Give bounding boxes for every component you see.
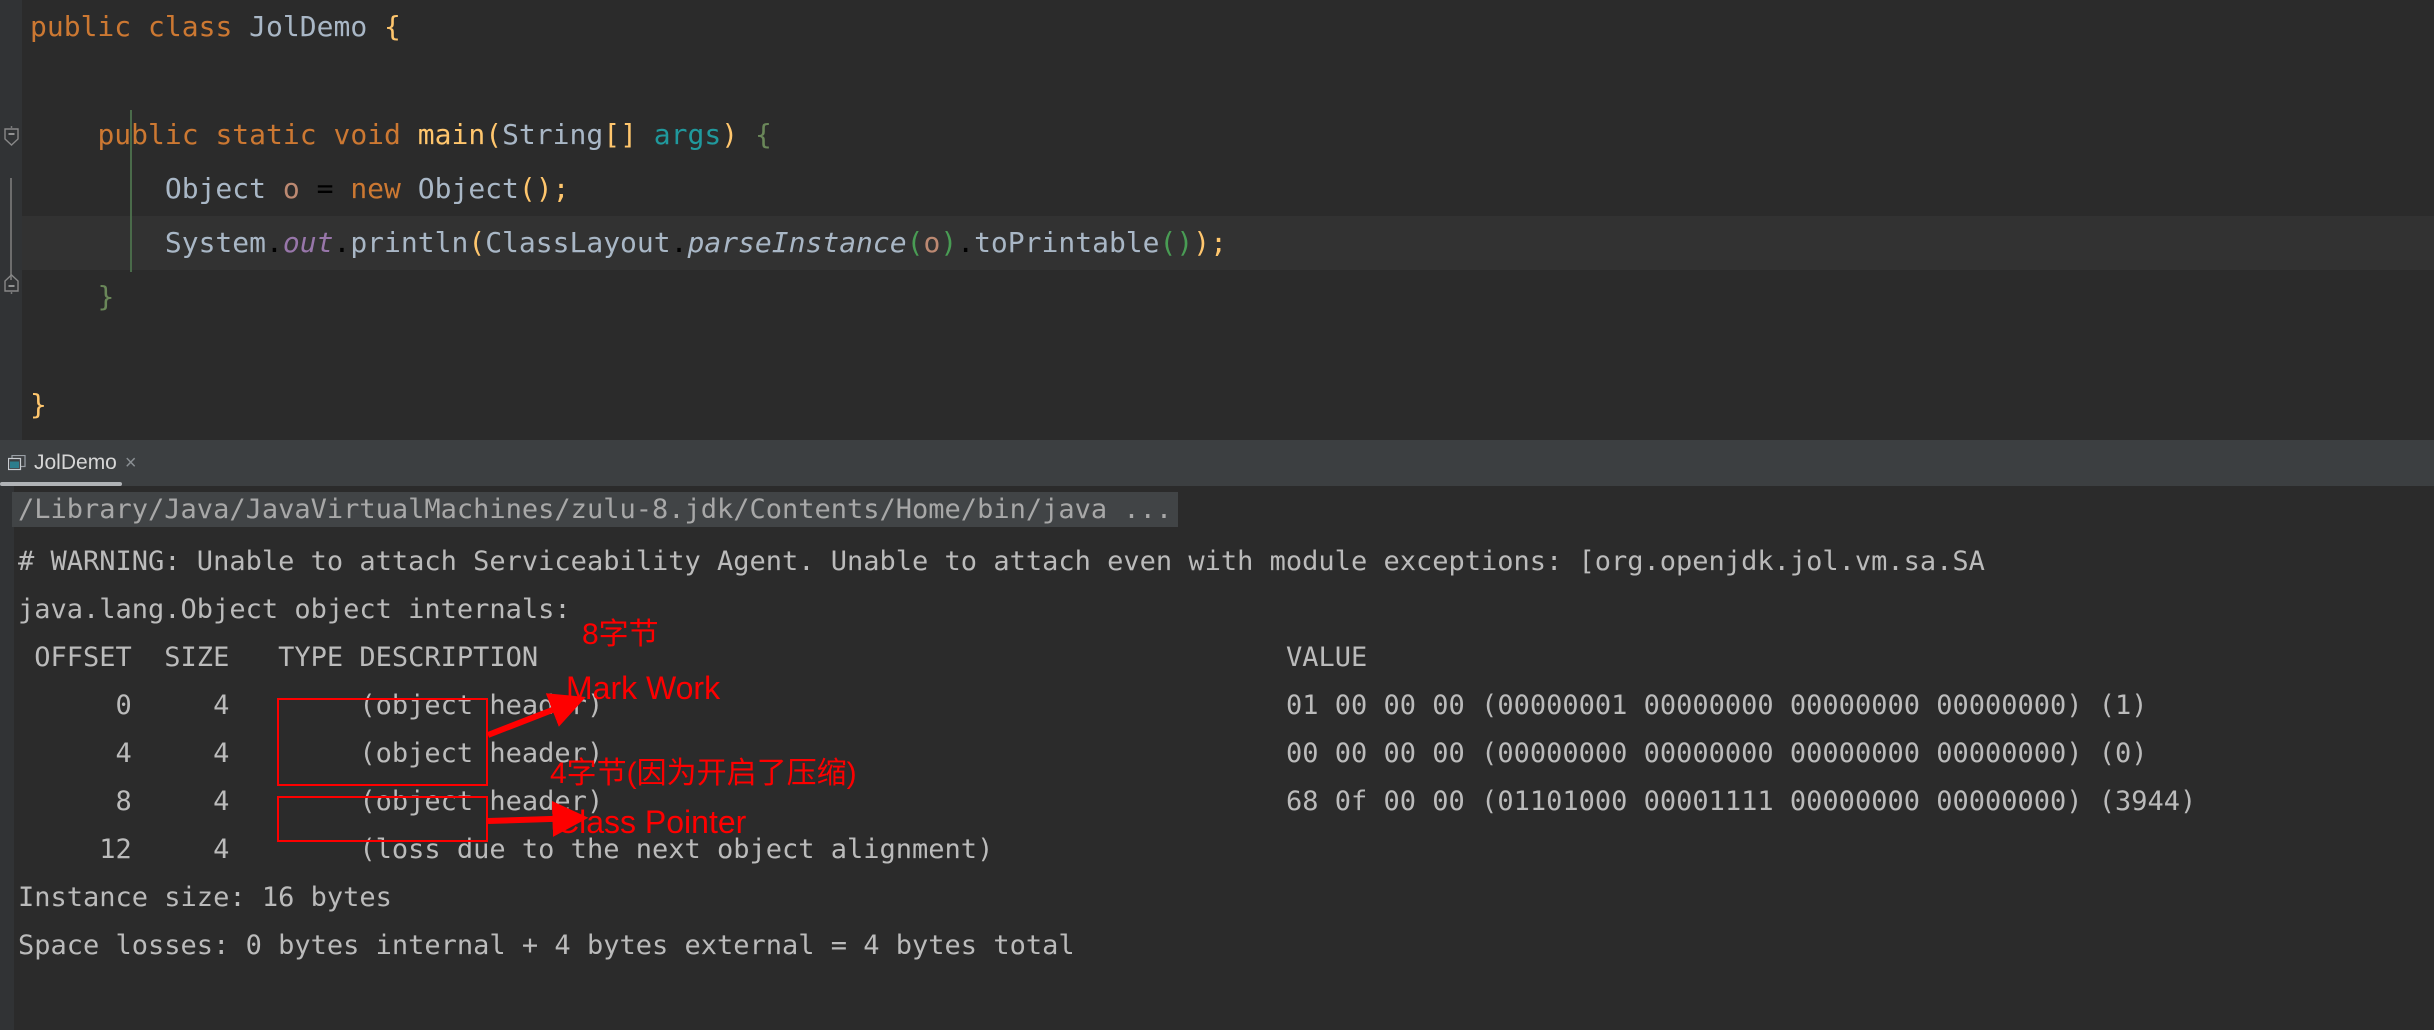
- fold-minus-icon-bottom[interactable]: [4, 272, 19, 294]
- code-line-4[interactable]: Object o = new Object();: [22, 162, 2434, 216]
- close-icon[interactable]: ×: [125, 453, 137, 473]
- console-row-2-left: 8 4 (object header): [18, 786, 604, 817]
- console-window-icon: [7, 454, 26, 471]
- code-line-8[interactable]: }: [22, 378, 2434, 432]
- console-tab-label: JolDemo: [34, 451, 117, 474]
- code-line-2[interactable]: [22, 54, 2434, 108]
- console-space-losses: Space losses: 0 bytes internal + 4 bytes…: [18, 930, 1075, 961]
- console-tab-bar[interactable]: JolDemo ×: [0, 440, 2434, 486]
- console-row-1-left: 4 4 (object header): [18, 738, 604, 769]
- code-line-5[interactable]: System.out.println(ClassLayout.parseInst…: [22, 216, 2434, 270]
- code-line-1[interactable]: public class JolDemo {: [22, 0, 2434, 54]
- console-left-strip: [0, 486, 14, 1030]
- console-warning-line: # WARNING: Unable to attach Serviceabili…: [18, 546, 1985, 577]
- console-row-0-left: 0 4 (object header): [18, 690, 604, 721]
- fold-region-line: [10, 178, 12, 280]
- fold-minus-icon[interactable]: [4, 126, 19, 146]
- code-lines[interactable]: public class JolDemo { public static voi…: [22, 0, 2434, 440]
- console-row-3-left: 12 4 (loss due to the next object alignm…: [18, 834, 994, 865]
- console-instance-size: Instance size: 16 bytes: [18, 882, 392, 913]
- console-table-header: OFFSET SIZE TYPE DESCRIPTION: [18, 642, 539, 673]
- code-editor[interactable]: public class JolDemo { public static voi…: [0, 0, 2434, 440]
- console-row-1-value: 00 00 00 00 (00000000 00000000 00000000 …: [1286, 738, 2148, 769]
- run-console[interactable]: /Library/Java/JavaVirtualMachines/zulu-8…: [0, 486, 2434, 1030]
- console-tab-joldemo[interactable]: JolDemo ×: [0, 440, 137, 486]
- console-title-line: java.lang.Object object internals:: [18, 594, 571, 625]
- console-command-line: /Library/Java/JavaVirtualMachines/zulu-8…: [12, 492, 1179, 527]
- editor-gutter[interactable]: [0, 0, 22, 440]
- code-line-7[interactable]: [22, 324, 2434, 378]
- console-row-0-value: 01 00 00 00 (00000001 00000000 00000000 …: [1286, 690, 2148, 721]
- console-value-header: VALUE: [1286, 642, 1368, 673]
- code-line-3[interactable]: public static void main(String[] args) {: [22, 108, 2434, 162]
- indent-guide: [130, 110, 132, 272]
- console-row-2-value: 68 0f 00 00 (01101000 00001111 00000000 …: [1286, 786, 2197, 817]
- code-line-6[interactable]: }: [22, 270, 2434, 324]
